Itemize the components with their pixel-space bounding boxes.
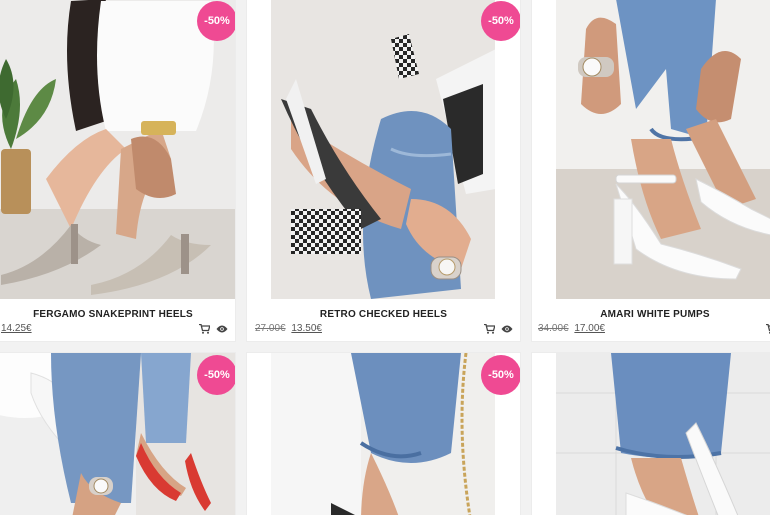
product-card[interactable]: AMARI WHITE PUMPS 34.00€ 17.00€: [531, 0, 770, 342]
product-card[interactable]: -50% FERGAMO SNAKEPRINT HEELS 14.25€: [0, 0, 236, 342]
product-card[interactable]: -50%: [0, 352, 236, 515]
product-actions: [199, 324, 228, 334]
product-image[interactable]: [271, 0, 495, 299]
product-name[interactable]: AMARI WHITE PUMPS: [532, 309, 770, 320]
eye-icon[interactable]: [216, 324, 228, 334]
product-image[interactable]: [556, 0, 770, 299]
original-price: 27.00€: [255, 323, 286, 334]
product-image[interactable]: [0, 0, 235, 299]
discount-badge: -50%: [197, 355, 235, 395]
price-block: 34.00€ 17.00€: [538, 323, 605, 334]
product-name[interactable]: FERGAMO SNAKEPRINT HEELS: [0, 309, 235, 320]
sale-price: 13.50€: [291, 323, 322, 334]
product-card[interactable]: -50% RETRO CHECKED HEELS 27.00€ 13.50€: [246, 0, 521, 342]
price-block: 14.25€: [1, 323, 32, 334]
discount-badge: -50%: [481, 355, 520, 395]
sale-price: 17.00€: [574, 323, 605, 334]
product-card[interactable]: -50%: [246, 352, 521, 515]
product-actions: [766, 324, 770, 334]
product-image[interactable]: [271, 353, 495, 515]
sale-price: 14.25€: [1, 323, 32, 334]
product-card[interactable]: [531, 352, 770, 515]
product-grid: -50% FERGAMO SNAKEPRINT HEELS 14.25€ -50…: [0, 0, 770, 515]
product-image[interactable]: [556, 353, 770, 515]
price-block: 27.00€ 13.50€: [255, 323, 322, 334]
eye-icon[interactable]: [501, 324, 513, 334]
discount-badge: -50%: [481, 1, 520, 41]
original-price: 34.00€: [538, 323, 569, 334]
cart-icon[interactable]: [484, 324, 495, 334]
cart-icon[interactable]: [766, 324, 770, 334]
product-actions: [484, 324, 513, 334]
cart-icon[interactable]: [199, 324, 210, 334]
discount-badge: -50%: [197, 1, 235, 41]
product-name[interactable]: RETRO CHECKED HEELS: [247, 309, 520, 320]
